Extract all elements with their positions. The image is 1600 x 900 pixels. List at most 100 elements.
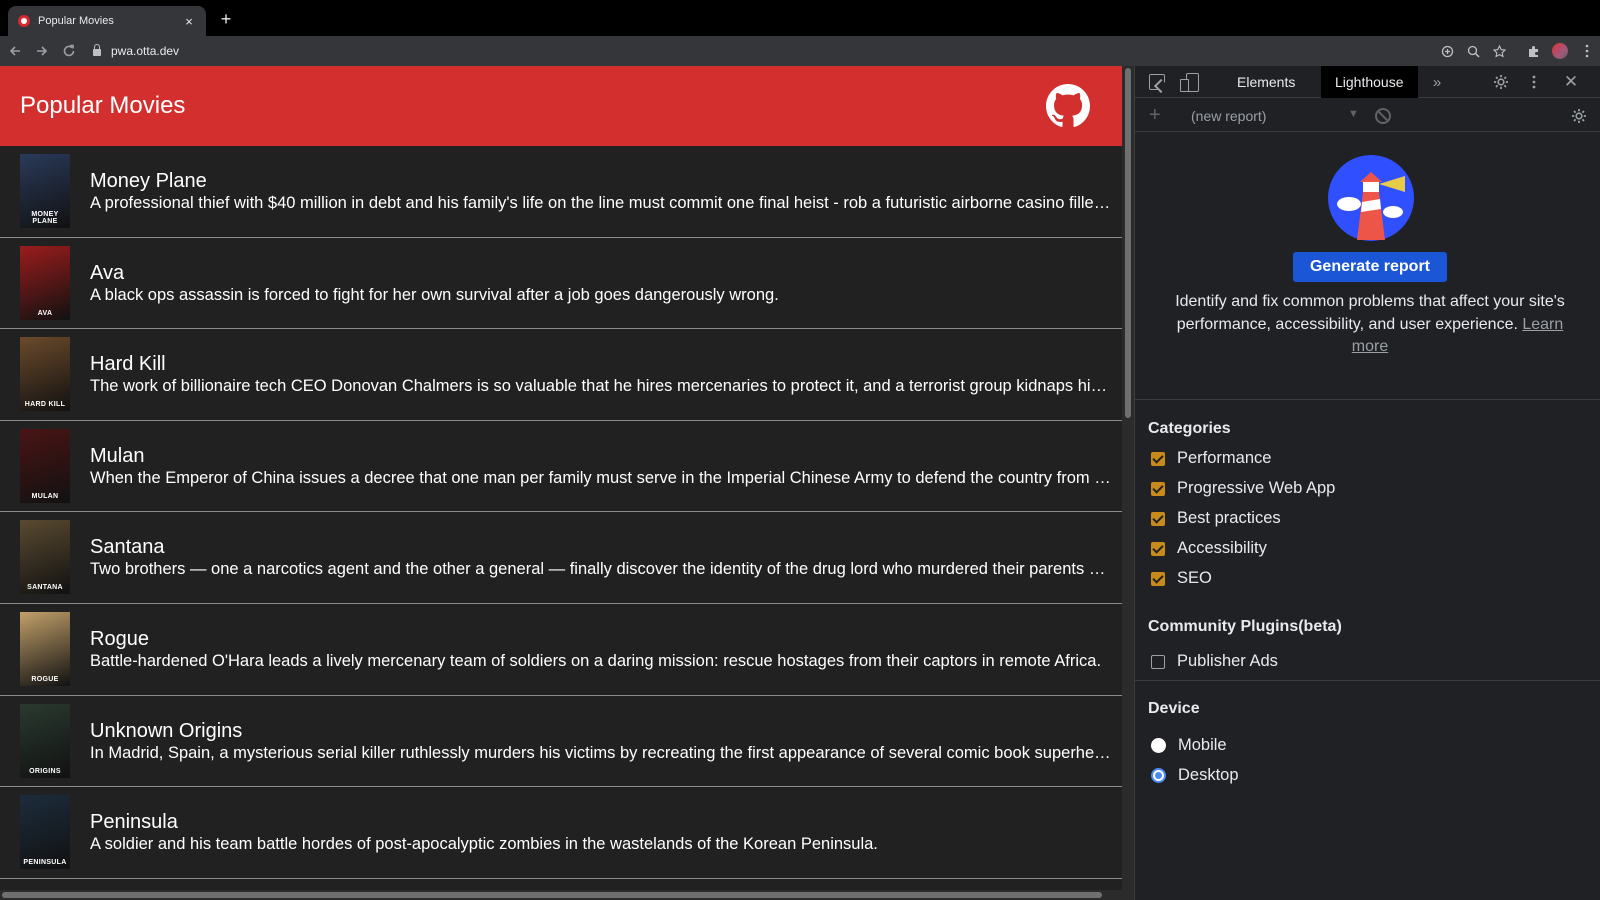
movie-row[interactable]: ROGUE Rogue Battle-hardened O'Hara leads… <box>0 604 1122 696</box>
inspect-element-icon[interactable] <box>1149 74 1165 90</box>
zoom-icon[interactable] <box>1460 39 1486 63</box>
clear-reports-icon[interactable] <box>1375 108 1391 124</box>
description-text: Identify and fix common problems that af… <box>1175 293 1565 333</box>
vertical-scroll-thumb[interactable] <box>1125 68 1131 418</box>
lock-icon <box>93 44 101 56</box>
devtools-tabbar: Elements Lighthouse » ✕ <box>1135 66 1600 98</box>
movie-row[interactable]: AVA Ava A black ops assassin is forced t… <box>0 238 1122 330</box>
checkbox-checked[interactable] <box>1151 511 1165 526</box>
address-bar[interactable]: pwa.otta.dev <box>89 39 1434 63</box>
movie-title: Santana <box>90 536 165 559</box>
lighthouse-toolbar: + (new report) ▼ <box>1135 99 1600 132</box>
page-viewport: Popular Movies MONEY PLANE Money Plane A… <box>0 66 1122 900</box>
forward-arrow-icon <box>37 46 48 56</box>
tab-close-icon[interactable]: × <box>182 14 196 29</box>
category-best-practices[interactable]: Best practices <box>1151 509 1281 528</box>
checkbox-checked[interactable] <box>1151 541 1165 556</box>
movie-row[interactable]: PENINSULA Peninsula A soldier and his te… <box>0 787 1122 879</box>
device-toolbar-icon[interactable] <box>1180 73 1199 92</box>
poster-label: SANTANA <box>27 584 63 592</box>
device-mobile[interactable]: Mobile <box>1151 736 1227 755</box>
github-icon[interactable] <box>1046 84 1090 128</box>
movie-overview: A black ops assassin is forced to fight … <box>90 285 779 304</box>
profile-avatar-icon[interactable] <box>1552 43 1568 59</box>
device-label: Desktop <box>1178 766 1239 784</box>
select-caret-icon[interactable]: ▼ <box>1348 108 1359 120</box>
movie-overview: A professional thief with $40 million in… <box>90 194 1114 212</box>
poster-label: PENINSULA <box>23 859 67 867</box>
plugin-label: Publisher Ads <box>1177 652 1278 670</box>
category-label: Performance <box>1177 449 1272 467</box>
movie-row[interactable]: HARD KILL Hard Kill The work of billiona… <box>0 329 1122 421</box>
devtools-menu-icon[interactable] <box>1527 66 1541 98</box>
movie-poster: ROGUE <box>20 611 70 686</box>
extensions-puzzle-icon[interactable] <box>1520 39 1546 63</box>
movie-poster: PENINSULA <box>20 795 70 870</box>
category-label: Best practices <box>1177 509 1281 527</box>
movie-overview: When the Emperor of China issues a decre… <box>90 468 1114 487</box>
page-vertical-scrollbar[interactable] <box>1122 66 1134 900</box>
movie-title: Ava <box>90 261 125 284</box>
movie-overview: In Madrid, Spain, a mysterious serial ki… <box>90 743 1114 762</box>
browser-menu-icon[interactable] <box>1574 39 1600 63</box>
new-report-plus-icon[interactable]: + <box>1149 104 1161 126</box>
category-performance[interactable]: Performance <box>1151 449 1271 468</box>
tab-lighthouse[interactable]: Lighthouse <box>1321 66 1418 98</box>
url-text: pwa.otta.dev <box>111 44 180 58</box>
movie-title: Unknown Origins <box>90 719 243 742</box>
movie-overview: The work of billionaire tech CEO Donovan… <box>90 377 1114 396</box>
plugin-publisher-ads[interactable]: Publisher Ads <box>1151 652 1278 671</box>
checkbox-checked[interactable] <box>1151 481 1165 496</box>
tab-elements[interactable]: Elements <box>1223 66 1309 98</box>
plugins-heading: Community Plugins(beta) <box>1148 618 1342 635</box>
device-desktop[interactable]: Desktop <box>1151 766 1239 785</box>
section-divider <box>1135 399 1600 400</box>
generate-report-button[interactable]: Generate report <box>1293 252 1447 282</box>
movie-poster: MONEY PLANE <box>20 154 70 228</box>
category-seo[interactable]: SEO <box>1151 569 1212 588</box>
movie-row[interactable]: MONEY PLANE Money Plane A professional t… <box>0 146 1122 238</box>
favicon-icon <box>18 15 30 27</box>
checkbox-unchecked[interactable] <box>1151 654 1165 669</box>
category-label: Accessibility <box>1177 539 1267 557</box>
movie-row[interactable]: SANTANA Santana Two brothers — one a nar… <box>0 512 1122 604</box>
category-pwa[interactable]: Progressive Web App <box>1151 479 1335 498</box>
movie-overview: Battle-hardened O'Hara leads a lively me… <box>90 651 1102 670</box>
movie-title: Hard Kill <box>90 353 166 376</box>
poster-label: MULAN <box>31 492 59 500</box>
movie-poster: HARD KILL <box>20 337 70 412</box>
report-select[interactable]: (new report) <box>1191 108 1266 124</box>
page-horizontal-scrollbar[interactable] <box>0 890 1122 900</box>
device-heading: Device <box>1148 700 1200 717</box>
browser-tab[interactable]: Popular Movies × <box>8 6 206 36</box>
devtools-close-icon[interactable]: ✕ <box>1561 66 1581 98</box>
movie-list: MONEY PLANE Money Plane A professional t… <box>0 146 1122 879</box>
radio-selected[interactable] <box>1151 768 1166 783</box>
movie-poster: AVA <box>20 245 70 320</box>
device-label: Mobile <box>1178 736 1227 754</box>
browser-tabstrip: Popular Movies × + <box>0 0 1600 36</box>
movie-row[interactable]: MULAN Mulan When the Emperor of China is… <box>0 421 1122 513</box>
movie-overview: Two brothers — one a narcotics agent and… <box>90 560 1114 579</box>
movie-poster: SANTANA <box>20 520 70 595</box>
category-label: SEO <box>1177 569 1212 587</box>
forward-button[interactable] <box>30 39 54 63</box>
devtools-settings-gear-icon[interactable] <box>1491 66 1511 98</box>
page-title: Popular Movies <box>20 92 186 119</box>
poster-label: ORIGINS <box>29 767 61 775</box>
lighthouse-settings-gear-icon[interactable] <box>1571 99 1591 132</box>
checkbox-checked[interactable] <box>1151 451 1165 466</box>
movie-row[interactable]: ORIGINS Unknown Origins In Madrid, Spain… <box>0 696 1122 788</box>
devtools-panel: Elements Lighthouse » ✕ + (new report) ▼… <box>1134 66 1600 900</box>
back-button[interactable] <box>3 39 27 63</box>
radio-unselected[interactable] <box>1151 738 1166 753</box>
install-app-icon[interactable] <box>1434 39 1460 63</box>
bookmark-star-icon[interactable] <box>1486 39 1512 63</box>
horizontal-scroll-thumb[interactable] <box>2 892 1102 898</box>
new-tab-button[interactable]: + <box>216 9 236 29</box>
category-accessibility[interactable]: Accessibility <box>1151 539 1267 558</box>
more-tabs-icon[interactable]: » <box>1427 66 1447 98</box>
reload-button[interactable] <box>57 39 81 63</box>
checkbox-checked[interactable] <box>1151 571 1165 586</box>
poster-label: HARD KILL <box>24 401 66 409</box>
